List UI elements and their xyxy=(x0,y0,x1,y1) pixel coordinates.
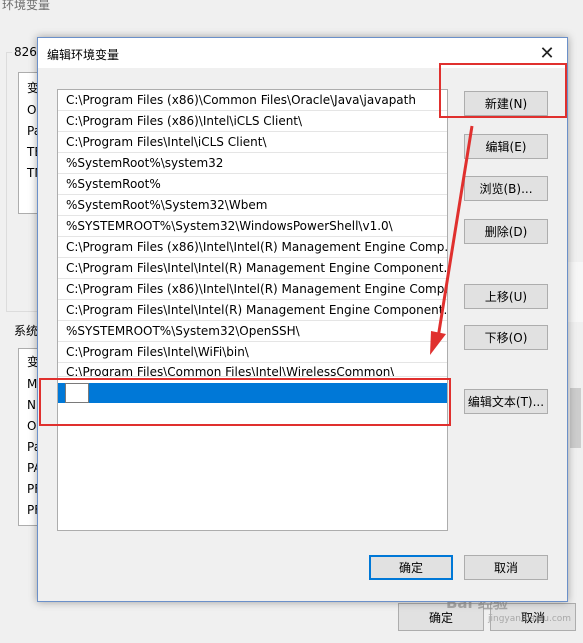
path-row[interactable]: C:\Program Files (x86)\Common Files\Orac… xyxy=(58,90,447,111)
parent-scrollbar[interactable] xyxy=(566,348,583,524)
path-row[interactable]: C:\Program Files (x86)\Intel\iCLS Client… xyxy=(58,111,447,132)
new-button[interactable]: 新建(N) xyxy=(464,91,548,116)
list-item[interactable]: N xyxy=(27,398,36,412)
parent-scrollbar-thumb[interactable] xyxy=(570,388,581,448)
new-path-input[interactable] xyxy=(65,383,89,403)
system-variables-group-label: 系统 xyxy=(12,322,41,339)
dialog-title: 编辑环境变量 xyxy=(47,48,120,62)
parent-scrollbar-top[interactable] xyxy=(566,262,583,322)
browse-button[interactable]: 浏览(B)... xyxy=(464,176,548,201)
path-row[interactable]: C:\Program Files\Intel\Intel(R) Manageme… xyxy=(58,258,447,279)
list-item[interactable]: M xyxy=(27,377,37,391)
path-row[interactable]: %SYSTEMROOT%\System32\OpenSSH\ xyxy=(58,321,447,342)
dialog-titlebar: 编辑环境变量 ✕ xyxy=(38,38,567,68)
path-list[interactable]: C:\Program Files (x86)\Common Files\Orac… xyxy=(57,89,448,531)
path-row[interactable]: C:\Program Files (x86)\Intel\Intel(R) Ma… xyxy=(58,279,447,300)
list-item[interactable]: O xyxy=(27,419,36,433)
list-item[interactable]: O xyxy=(27,103,36,117)
path-row[interactable]: C:\Program Files\Common Files\Intel\Wire… xyxy=(58,363,447,377)
path-row[interactable]: %SYSTEMROOT%\System32\WindowsPowerShell\… xyxy=(58,216,447,237)
path-row[interactable]: %SystemRoot%\system32 xyxy=(58,153,447,174)
edit-button[interactable]: 编辑(E) xyxy=(464,134,548,159)
delete-button[interactable]: 删除(D) xyxy=(464,219,548,244)
path-row[interactable]: %SystemRoot%\System32\Wbem xyxy=(58,195,447,216)
path-row[interactable]: C:\Program Files\Intel\Intel(R) Manageme… xyxy=(58,300,447,321)
ok-button[interactable]: 确定 xyxy=(369,555,453,580)
new-path-row[interactable] xyxy=(58,383,447,403)
path-row[interactable]: C:\Program Files\Intel\iCLS Client\ xyxy=(58,132,447,153)
path-row[interactable]: C:\Program Files\Intel\WiFi\bin\ xyxy=(58,342,447,363)
path-row[interactable]: C:\Program Files (x86)\Intel\Intel(R) Ma… xyxy=(58,237,447,258)
edit-env-variable-dialog: 编辑环境变量 ✕ C:\Program Files (x86)\Common F… xyxy=(37,37,568,602)
parent-window-title: 环境变量 xyxy=(2,0,51,12)
path-row[interactable]: %SystemRoot% xyxy=(58,174,447,195)
move-up-button[interactable]: 上移(U) xyxy=(464,284,548,309)
cancel-button[interactable]: 取消 xyxy=(464,555,548,580)
edit-text-button[interactable]: 编辑文本(T)... xyxy=(464,389,548,414)
move-down-button[interactable]: 下移(O) xyxy=(464,325,548,350)
baidu-watermark-url: jingyan.baidu.com xyxy=(488,614,572,624)
close-icon[interactable]: ✕ xyxy=(535,41,559,65)
